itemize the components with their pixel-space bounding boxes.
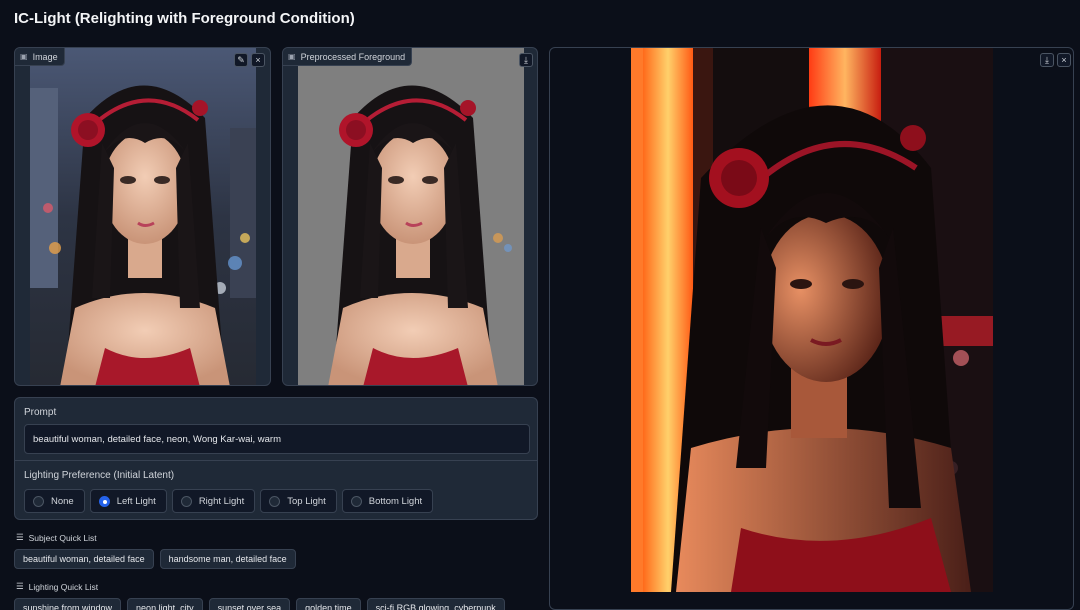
close-icon: × — [1061, 54, 1067, 65]
radio-label: Right Light — [198, 495, 245, 507]
radio-right-light[interactable]: Right Light — [171, 489, 256, 513]
lighting-chip[interactable]: sunshine from window — [14, 598, 122, 610]
subject-quick-list: beautiful woman, detailed face handsome … — [14, 549, 296, 569]
lighting-chip[interactable]: sci-fi RGB glowing, cyberpunk — [366, 598, 505, 610]
download-icon: ⤓ — [1045, 54, 1049, 65]
image-icon: ▣ — [20, 52, 28, 61]
radio-dot — [33, 495, 44, 507]
result-photo-graphic — [631, 48, 993, 592]
lighting-quick-list: sunshine from window neon light, city su… — [14, 598, 505, 610]
subject-chip[interactable]: beautiful woman, detailed face — [14, 549, 154, 569]
image-icon: ▣ — [288, 52, 296, 61]
radio-dot — [269, 495, 281, 507]
preprocessed-label: ▣ Preprocessed Foreground — [283, 48, 413, 66]
lighting-preference-label: Lighting Preference (Initial Latent) — [24, 470, 175, 481]
download-icon: ⤓ — [524, 54, 528, 65]
radio-top-light[interactable]: Top Light — [260, 489, 337, 513]
lighting-chip[interactable]: sunset over sea — [208, 598, 291, 610]
app-title: IC-Light (Relighting with Foreground Con… — [14, 10, 355, 27]
input-photo-graphic — [30, 48, 256, 385]
radio-label: Bottom Light — [368, 495, 423, 507]
radio-bottom-light[interactable]: Bottom Light — [341, 489, 434, 513]
input-photo — [30, 48, 256, 385]
preprocessed-label-text: Preprocessed Foreground — [300, 51, 406, 62]
lighting-radio-group: None Left Light Right Light Top Light Bo… — [24, 489, 434, 513]
radio-label: None — [51, 495, 74, 507]
subject-chip[interactable]: handsome man, detailed face — [159, 549, 296, 569]
radio-none[interactable]: None — [24, 489, 85, 513]
list-icon: ☰ — [16, 532, 24, 542]
preprocessed-foreground-panel[interactable]: ▣ Preprocessed Foreground ⤓ — [282, 47, 538, 386]
result-photo — [631, 48, 993, 592]
radio-label: Top Light — [287, 495, 326, 507]
preprocessed-photo-graphic — [298, 48, 524, 385]
radio-dot — [350, 495, 362, 507]
prompt-input[interactable]: beautiful woman, detailed face, neon, Wo… — [24, 424, 530, 454]
result-close-button[interactable]: × — [1057, 53, 1071, 67]
radio-left-light[interactable]: Left Light — [89, 489, 167, 513]
result-gallery[interactable]: ⤓ × — [549, 47, 1074, 610]
subject-quick-list-title: ☰ Subject Quick List — [16, 532, 97, 543]
input-image-label: ▣ Image — [15, 48, 65, 66]
subject-quick-list-label: Subject Quick List — [28, 532, 97, 543]
radio-label: Left Light — [116, 495, 156, 507]
download-button[interactable]: ⤓ — [519, 53, 533, 67]
radio-dot-checked — [98, 495, 110, 507]
list-icon: ☰ — [16, 581, 24, 591]
result-download-button[interactable]: ⤓ — [1040, 53, 1054, 67]
clear-image-button[interactable]: × — [251, 53, 265, 67]
lighting-chip[interactable]: golden time — [296, 598, 361, 610]
divider — [15, 460, 537, 461]
prompt-group: Prompt beautiful woman, detailed face, n… — [14, 397, 538, 520]
prompt-label: Prompt — [24, 407, 57, 418]
pencil-icon: ✎ — [237, 54, 245, 65]
edit-button[interactable]: ✎ — [234, 53, 248, 67]
input-image-label-text: Image — [32, 51, 58, 62]
input-image-panel[interactable]: ▣ Image ✎ × — [14, 47, 271, 386]
lighting-quick-list-title: ☰ Lighting Quick List — [16, 581, 98, 592]
preprocessed-photo — [298, 48, 524, 385]
close-icon: × — [255, 54, 261, 65]
lighting-chip[interactable]: neon light, city — [127, 598, 203, 610]
radio-dot — [180, 495, 192, 507]
lighting-quick-list-label: Lighting Quick List — [28, 581, 99, 592]
